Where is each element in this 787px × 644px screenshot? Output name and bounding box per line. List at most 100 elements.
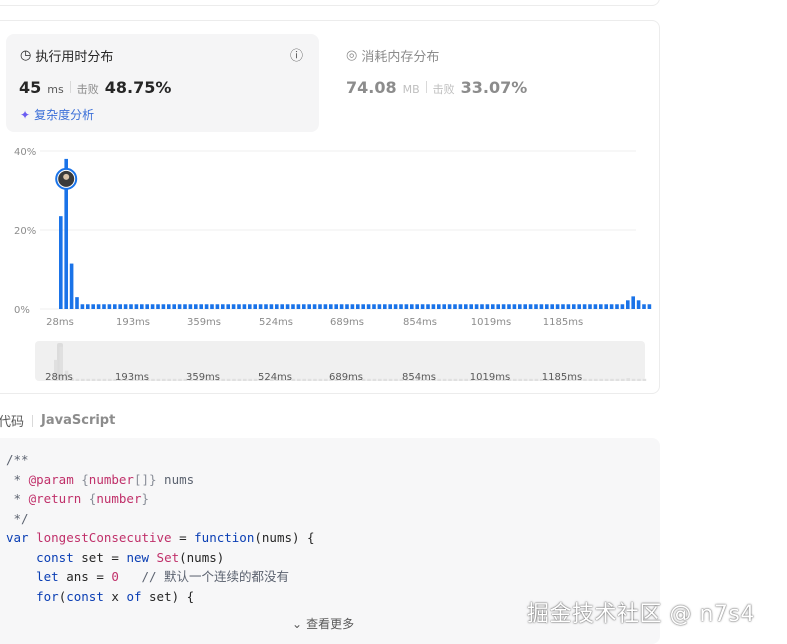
bar[interactable] — [469, 304, 473, 309]
bar[interactable] — [118, 304, 122, 309]
bar[interactable] — [199, 304, 203, 309]
bar[interactable] — [80, 304, 85, 309]
bar[interactable] — [572, 304, 576, 309]
bar[interactable] — [96, 304, 101, 309]
bar[interactable] — [253, 304, 257, 309]
bar[interactable] — [453, 304, 457, 309]
bar[interactable] — [566, 304, 571, 309]
bar[interactable] — [302, 304, 306, 309]
bar[interactable] — [345, 304, 349, 309]
bar[interactable] — [307, 304, 311, 309]
bar[interactable] — [237, 304, 241, 309]
bar[interactable] — [339, 304, 344, 309]
bar[interactable] — [361, 304, 365, 309]
bar[interactable] — [91, 304, 95, 309]
bar[interactable] — [539, 304, 544, 309]
bar[interactable] — [442, 304, 446, 309]
bar[interactable] — [172, 304, 176, 309]
bar[interactable] — [329, 304, 333, 309]
bar[interactable] — [593, 304, 598, 309]
bar[interactable] — [285, 304, 290, 309]
bar[interactable] — [194, 304, 198, 309]
bar[interactable] — [258, 304, 263, 309]
bar[interactable] — [123, 304, 128, 309]
bar[interactable] — [426, 304, 430, 309]
bar[interactable] — [291, 304, 295, 309]
bar[interactable] — [599, 304, 603, 309]
bar[interactable] — [561, 304, 565, 309]
bar[interactable] — [248, 304, 252, 309]
show-more-button[interactable]: ⌄ 查看更多 — [292, 615, 354, 632]
bar[interactable] — [140, 304, 144, 309]
bar[interactable] — [275, 304, 279, 309]
bar[interactable] — [534, 304, 538, 309]
bar[interactable] — [523, 304, 527, 309]
bar[interactable] — [528, 304, 533, 309]
bar[interactable] — [150, 304, 155, 309]
bar[interactable] — [431, 304, 436, 309]
bar[interactable] — [383, 304, 387, 309]
bar[interactable] — [356, 304, 360, 309]
bar[interactable] — [420, 304, 425, 309]
bar[interactable] — [366, 304, 371, 309]
bar[interactable] — [334, 304, 338, 309]
bar[interactable] — [399, 304, 403, 309]
bar[interactable] — [388, 304, 392, 309]
bar[interactable] — [626, 300, 630, 309]
bar[interactable] — [582, 304, 587, 309]
bar[interactable] — [221, 304, 225, 309]
bar[interactable] — [231, 304, 236, 309]
bar[interactable] — [296, 304, 301, 309]
bar[interactable] — [518, 304, 522, 309]
bar[interactable] — [393, 304, 398, 309]
bar[interactable] — [269, 304, 274, 309]
bar[interactable] — [188, 304, 193, 309]
bar[interactable] — [491, 304, 495, 309]
bar[interactable] — [372, 304, 376, 309]
bar[interactable] — [242, 304, 247, 309]
bar[interactable] — [86, 304, 90, 309]
bar[interactable] — [474, 304, 479, 309]
bar[interactable] — [545, 304, 549, 309]
bar[interactable] — [550, 304, 554, 309]
bar[interactable] — [480, 304, 484, 309]
bar[interactable] — [210, 304, 214, 309]
bar[interactable] — [264, 304, 268, 309]
bar[interactable] — [226, 304, 230, 309]
bar[interactable] — [102, 304, 106, 309]
bar[interactable] — [507, 304, 511, 309]
bar[interactable] — [410, 304, 414, 309]
bar[interactable] — [107, 304, 112, 309]
bar[interactable] — [609, 304, 614, 309]
bar[interactable] — [75, 297, 79, 309]
bar[interactable] — [183, 304, 187, 309]
bar[interactable] — [464, 304, 468, 309]
bar[interactable] — [447, 304, 452, 309]
bar[interactable] — [318, 304, 322, 309]
bar[interactable] — [555, 304, 560, 309]
bar[interactable] — [177, 304, 182, 309]
bar[interactable] — [215, 304, 220, 309]
bar[interactable] — [636, 300, 641, 309]
bar[interactable] — [485, 304, 490, 309]
bar[interactable] — [496, 304, 500, 309]
bar[interactable] — [129, 304, 133, 309]
bar[interactable] — [156, 304, 160, 309]
bar[interactable] — [161, 304, 166, 309]
bar[interactable] — [642, 304, 646, 309]
bar[interactable] — [588, 304, 592, 309]
bar[interactable] — [620, 304, 625, 309]
bar[interactable] — [512, 304, 517, 309]
bar[interactable] — [312, 304, 317, 309]
bar[interactable] — [323, 304, 328, 309]
bar[interactable] — [615, 304, 619, 309]
bar[interactable] — [145, 304, 149, 309]
bar[interactable] — [280, 304, 284, 309]
bar[interactable] — [113, 304, 117, 309]
bar[interactable] — [415, 304, 419, 309]
bar[interactable] — [604, 304, 608, 309]
bar[interactable] — [350, 304, 355, 309]
bar[interactable] — [59, 216, 63, 309]
runtime-distribution-chart[interactable]: 40% 20% 0% 28ms 193ms 359ms 524ms 689ms 854ms 10… — [0, 0, 787, 395]
bar[interactable] — [134, 304, 139, 309]
